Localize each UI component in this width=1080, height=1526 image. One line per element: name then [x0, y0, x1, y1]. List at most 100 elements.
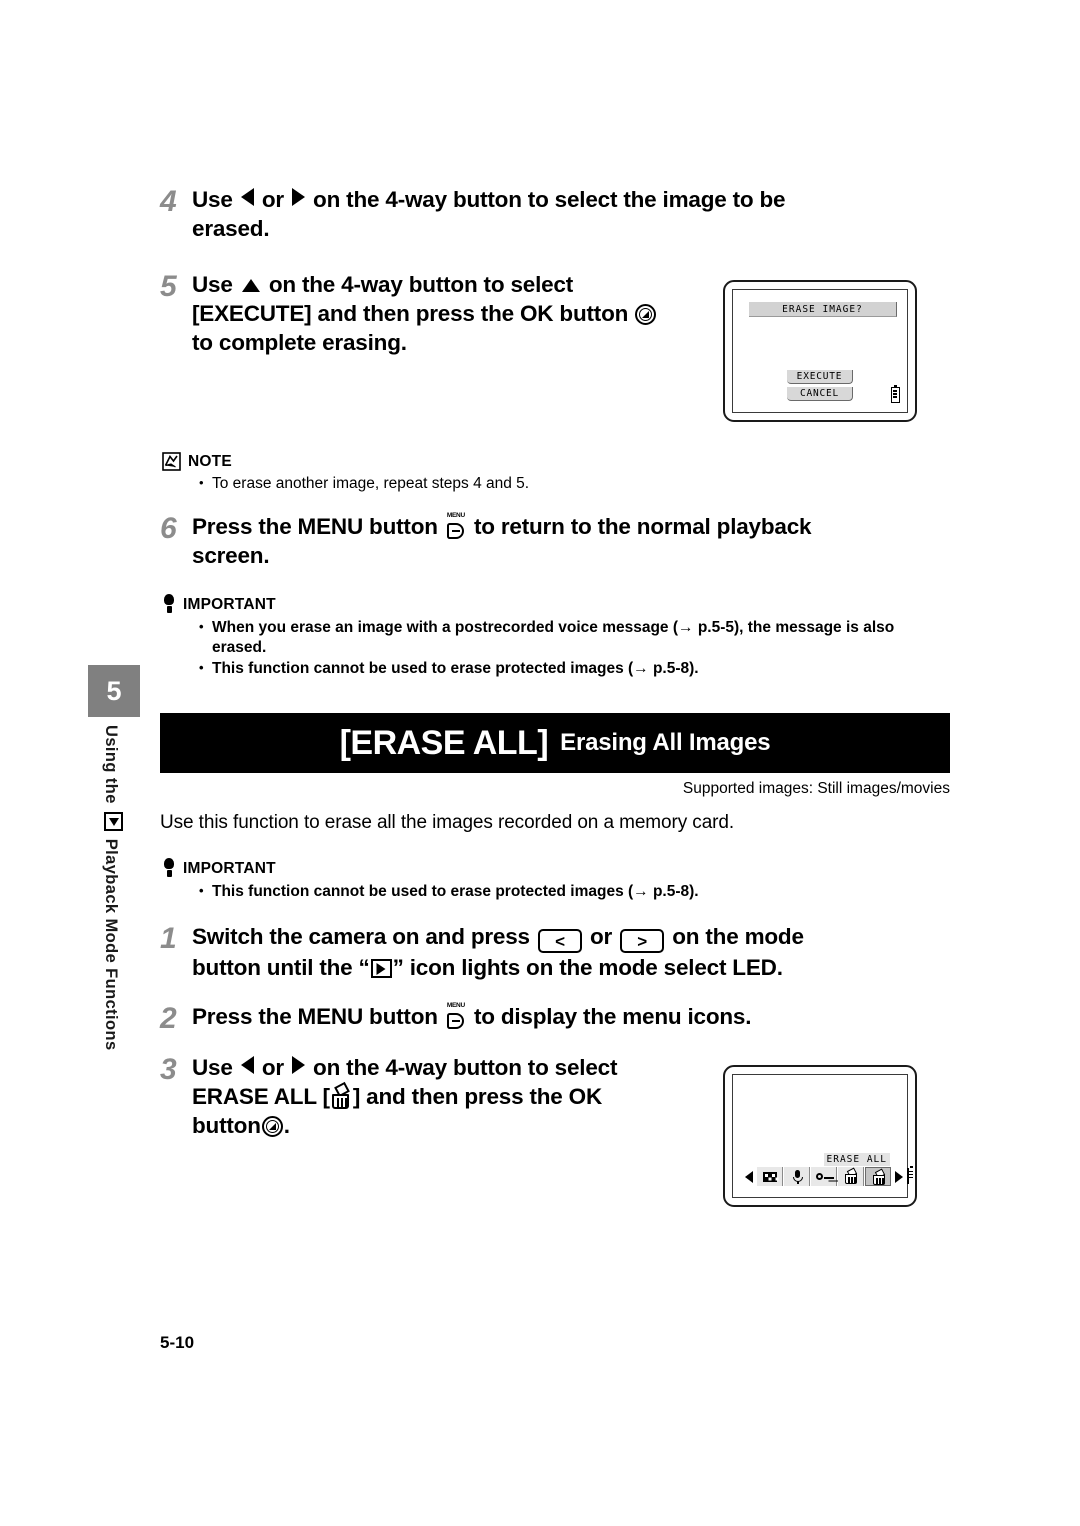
voice-memo-icon[interactable] [784, 1167, 810, 1186]
step-6-text-c: screen. [192, 543, 270, 568]
arrow-left-icon[interactable] [745, 1170, 753, 1183]
playback-mode-icon [370, 959, 392, 978]
note-icon [162, 452, 181, 471]
step-3-text-b: or [261, 1055, 284, 1080]
step-1-text-b: or [590, 924, 613, 949]
important-callout-2: IMPORTANT This function cannot be used t… [162, 858, 952, 903]
arrow-left-icon [240, 1056, 254, 1074]
menu-button-caption: MENU [446, 1002, 465, 1009]
step-5-text: Use on the 4-way button to select [EXECU… [192, 270, 657, 357]
lcd-execute-button[interactable]: EXECUTE [787, 370, 853, 384]
lcd-erase-image-illustration: ERASE IMAGE? EXECUTE CANCEL [723, 280, 917, 422]
sidebar-label-before: Using the [102, 725, 120, 804]
ok-button-icon [261, 1116, 283, 1137]
step-2-text-b: to display the menu icons. [473, 1004, 752, 1029]
step-6: 6 Press the MENU button MENU to return t… [160, 512, 950, 570]
step-1-text-c: on the mode [672, 924, 804, 949]
step-6-text-a: Press the MENU button [192, 514, 438, 539]
mode-button-left-key[interactable]: < [537, 929, 582, 953]
step-2-text-a: Press the MENU button [192, 1004, 438, 1029]
important-1-list: When you erase an image with a postrecor… [195, 617, 952, 679]
chapter-number-tab: 5 [88, 665, 140, 717]
important-2-list: This function cannot be used to erase pr… [195, 881, 952, 902]
exclamation-bulb-icon [162, 594, 176, 615]
step-5-text-b: on the 4-way button to select [268, 272, 574, 297]
step-3-number: 3 [160, 1053, 177, 1086]
step-3-text-f: button [192, 1113, 261, 1138]
ok-button-icon [635, 304, 657, 325]
menu-button-shape [446, 523, 464, 539]
arrow-up-icon [241, 279, 260, 292]
thumbnail-icon[interactable] [757, 1167, 783, 1186]
step-1: 1 Switch the camera on and press < or > … [160, 922, 950, 982]
step-3-text: Use or on the 4-way button to select ERA… [192, 1053, 617, 1140]
important-1-item: When you erase an image with a postrecor… [195, 617, 952, 658]
menu-button-icon: MENU [446, 1002, 466, 1029]
step-3-text-e: ] and then press the OK [352, 1084, 602, 1109]
exclamation-bulb-icon [162, 858, 176, 879]
step-4-number: 4 [160, 185, 177, 218]
arrow-right-icon [291, 1056, 305, 1074]
important-callout-1: IMPORTANT When you erase an image with a… [162, 594, 952, 680]
protect-key-icon[interactable] [811, 1167, 837, 1186]
important-1-item: This function cannot be used to erase pr… [195, 658, 952, 679]
step-6-text: Press the MENU button MENU to return to … [192, 512, 812, 570]
step-4-text: Use or on the 4-way button to select the… [192, 185, 786, 243]
step-5-text-a: Use [192, 272, 233, 297]
step-4-text-d: erased. [192, 216, 270, 241]
step-5: 5 Use on the 4-way button to select [EXE… [160, 270, 720, 357]
note-callout: NOTE To erase another image, repeat step… [162, 452, 942, 495]
step-4-text-b: or [261, 187, 284, 212]
step-1-text: Switch the camera on and press < or > on… [192, 922, 804, 982]
sidebar-vertical-label: Using the Playback Mode Functions [101, 725, 123, 1051]
battery-icon [907, 1165, 913, 1184]
step-1-text-a: Switch the camera on and press [192, 924, 530, 949]
mode-button-right-key[interactable]: > [620, 929, 665, 953]
step-3-text-d: ERASE ALL [ [192, 1084, 330, 1109]
playback-mode-icon [104, 811, 123, 831]
section-subtitle: Erasing All Images [560, 729, 771, 756]
section-intro-text: Use this function to erase all the image… [160, 812, 735, 833]
erase-all-icon [331, 1081, 352, 1109]
erase-all-icon[interactable] [865, 1167, 891, 1186]
step-3-text-a: Use [192, 1055, 233, 1080]
arrow-right-icon [291, 188, 305, 206]
step-6-number: 6 [160, 512, 177, 545]
step-5-number: 5 [160, 270, 177, 303]
lcd-screen-area: ERASE IMAGE? EXECUTE CANCEL [732, 289, 908, 413]
sidebar-vertical-rail: Using the Playback Mode Functions [95, 725, 135, 1095]
chapter-number: 5 [106, 675, 122, 706]
section-banner: [ERASE ALL] Erasing All Images [160, 713, 950, 773]
lcd-title-bar: ERASE IMAGE? [749, 302, 897, 317]
step-3: 3 Use or on the 4-way button to select E… [160, 1053, 720, 1140]
note-heading-row: NOTE [162, 452, 942, 471]
menu-button-caption: MENU [446, 512, 465, 519]
important-2-heading: IMPORTANT [183, 859, 276, 877]
step-6-text-b: to return to the normal playback [473, 514, 812, 539]
step-3-text-c: on the 4-way button to select [313, 1055, 618, 1080]
erase-icon[interactable] [838, 1167, 864, 1186]
menu-button-icon: MENU [446, 512, 466, 539]
supported-images-note: Supported images: Still images/movies [682, 780, 950, 797]
step-2-number: 2 [160, 1002, 177, 1035]
step-3-text-g: . [283, 1113, 290, 1138]
menu-button-shape [446, 1013, 464, 1029]
page-number: 5-10 [160, 1333, 195, 1352]
lcd-erase-all-illustration: ERASE ALL [723, 1065, 917, 1207]
lcd-menu-label: ERASE ALL [823, 1153, 890, 1166]
important-1-heading: IMPORTANT [183, 595, 276, 613]
step-4: 4 Use or on the 4-way button to select t… [160, 185, 950, 243]
step-4-text-c: on the 4-way button to select the image … [313, 187, 786, 212]
arrow-left-icon [240, 188, 254, 206]
lcd-menu-icon-strip [745, 1165, 913, 1186]
note-item: To erase another image, repeat steps 4 a… [195, 473, 942, 494]
note-heading: NOTE [188, 452, 232, 470]
step-1-text-d: button until the “ [192, 955, 370, 980]
step-4-text-a: Use [192, 187, 233, 212]
important-1-heading-row: IMPORTANT [162, 594, 952, 615]
arrow-right-icon[interactable] [895, 1170, 903, 1183]
step-5-text-d: to complete erasing. [192, 330, 407, 355]
important-2-item: This function cannot be used to erase pr… [195, 881, 952, 902]
lcd-cancel-button[interactable]: CANCEL [787, 387, 853, 401]
step-1-text-e: ” icon lights on the mode select LED. [392, 955, 783, 980]
